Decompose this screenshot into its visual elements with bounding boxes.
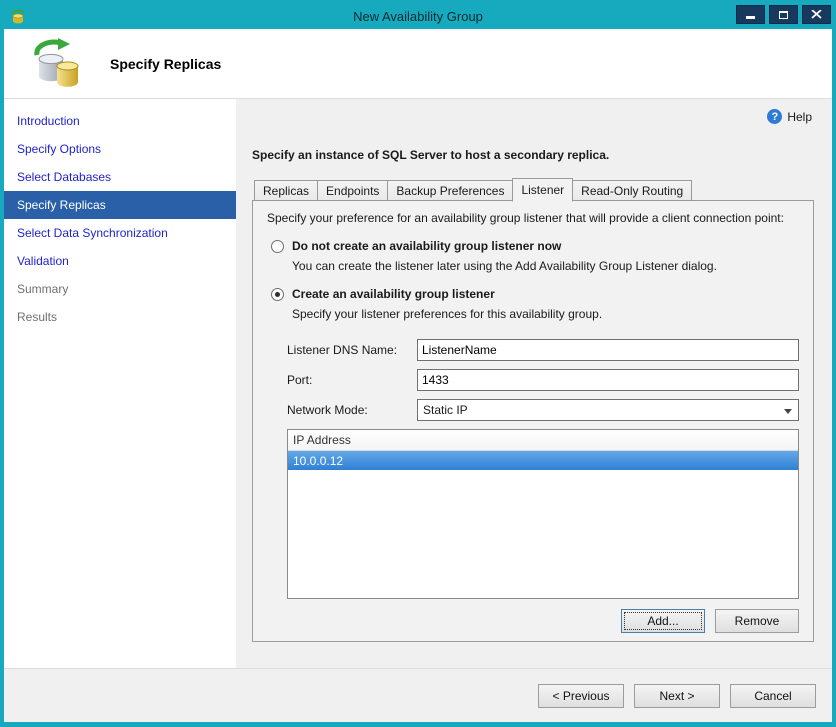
port-input[interactable]	[417, 369, 799, 391]
sidebar: Introduction Specify Options Select Data…	[4, 99, 236, 668]
listener-intro-text: Specify your preference for an availabil…	[267, 211, 784, 225]
radio-create-listener-description: Specify your listener preferences for th…	[292, 307, 603, 321]
dns-name-input[interactable]	[417, 339, 799, 361]
sidebar-item-select-data-sync[interactable]: Select Data Synchronization	[4, 219, 236, 247]
listener-tab-panel: Specify your preference for an availabil…	[252, 200, 814, 642]
availability-group-icon	[34, 37, 79, 87]
ip-address-row[interactable]: 10.0.0.12	[288, 451, 798, 470]
dns-name-label: Listener DNS Name:	[287, 343, 398, 357]
port-label: Port:	[287, 373, 313, 387]
help-label: Help	[787, 109, 812, 124]
radio-icon-checked	[271, 287, 284, 301]
minimize-icon	[746, 16, 755, 19]
ip-address-list[interactable]: IP Address 10.0.0.12	[287, 429, 799, 599]
window-body: Specify Replicas Introduction Specify Op…	[4, 29, 832, 722]
wizard-header: Specify Replicas	[4, 29, 832, 99]
content-row: Introduction Specify Options Select Data…	[4, 99, 832, 668]
sidebar-item-specify-options[interactable]: Specify Options	[4, 135, 236, 163]
sidebar-item-validation[interactable]: Validation	[4, 247, 236, 275]
tab-strip: Replicas Endpoints Backup Preferences Li…	[252, 178, 814, 202]
sidebar-item-specify-replicas[interactable]: Specify Replicas	[4, 191, 236, 219]
add-button[interactable]: Add...	[621, 609, 705, 633]
tab-read-only-routing[interactable]: Read-Only Routing	[572, 180, 693, 201]
wizard-footer: < Previous Next > Cancel	[4, 668, 832, 722]
help-link[interactable]: ? Help	[252, 109, 812, 124]
chevron-down-icon	[784, 409, 792, 414]
titlebar: New Availability Group	[4, 4, 832, 29]
ip-address-column-header: IP Address	[288, 430, 798, 451]
previous-button[interactable]: < Previous	[538, 683, 624, 708]
tab-replicas[interactable]: Replicas	[254, 180, 319, 201]
radio-create-listener[interactable]: Create an availability group listener	[271, 287, 799, 301]
sidebar-item-summary: Summary	[17, 282, 69, 296]
radio-icon-unchecked	[271, 239, 284, 253]
maximize-button[interactable]	[769, 5, 798, 24]
tab-endpoints[interactable]: Endpoints	[317, 180, 389, 201]
network-mode-select[interactable]: Static IP	[417, 399, 799, 421]
network-mode-label: Network Mode:	[287, 403, 368, 417]
network-mode-value: Static IP	[423, 403, 468, 417]
radio-no-listener-description: You can create the listener later using …	[292, 259, 717, 273]
cancel-button[interactable]: Cancel	[730, 683, 816, 708]
tab-listener[interactable]: Listener	[512, 178, 574, 202]
instruction-text: Specify an instance of SQL Server to hos…	[252, 148, 610, 162]
radio-no-listener-label: Do not create an availability group list…	[292, 239, 562, 253]
tab-backup-preferences[interactable]: Backup Preferences	[387, 180, 514, 201]
maximize-icon	[779, 10, 788, 19]
next-button[interactable]: Next >	[634, 683, 720, 708]
sidebar-item-results: Results	[17, 310, 58, 324]
listener-fields: Listener DNS Name: Port: Network Mode: S…	[287, 339, 799, 633]
radio-create-listener-label: Create an availability group listener	[292, 287, 495, 301]
main-pane: ? Help Specify an instance of SQL Server…	[236, 99, 832, 668]
ip-list-buttons: Add... Remove	[287, 609, 799, 633]
close-icon	[811, 10, 822, 19]
radio-no-listener[interactable]: Do not create an availability group list…	[271, 239, 799, 253]
remove-button[interactable]: Remove	[715, 609, 799, 633]
window: New Availability Group Specify Replicas …	[0, 0, 836, 727]
window-controls	[736, 5, 831, 24]
sidebar-item-introduction[interactable]: Introduction	[4, 107, 236, 135]
page-title: Specify Replicas	[110, 55, 222, 72]
window-title: New Availability Group	[353, 9, 483, 24]
minimize-button[interactable]	[736, 5, 765, 24]
help-icon: ?	[767, 109, 783, 124]
sidebar-item-select-databases[interactable]: Select Databases	[4, 163, 236, 191]
close-button[interactable]	[802, 5, 831, 24]
